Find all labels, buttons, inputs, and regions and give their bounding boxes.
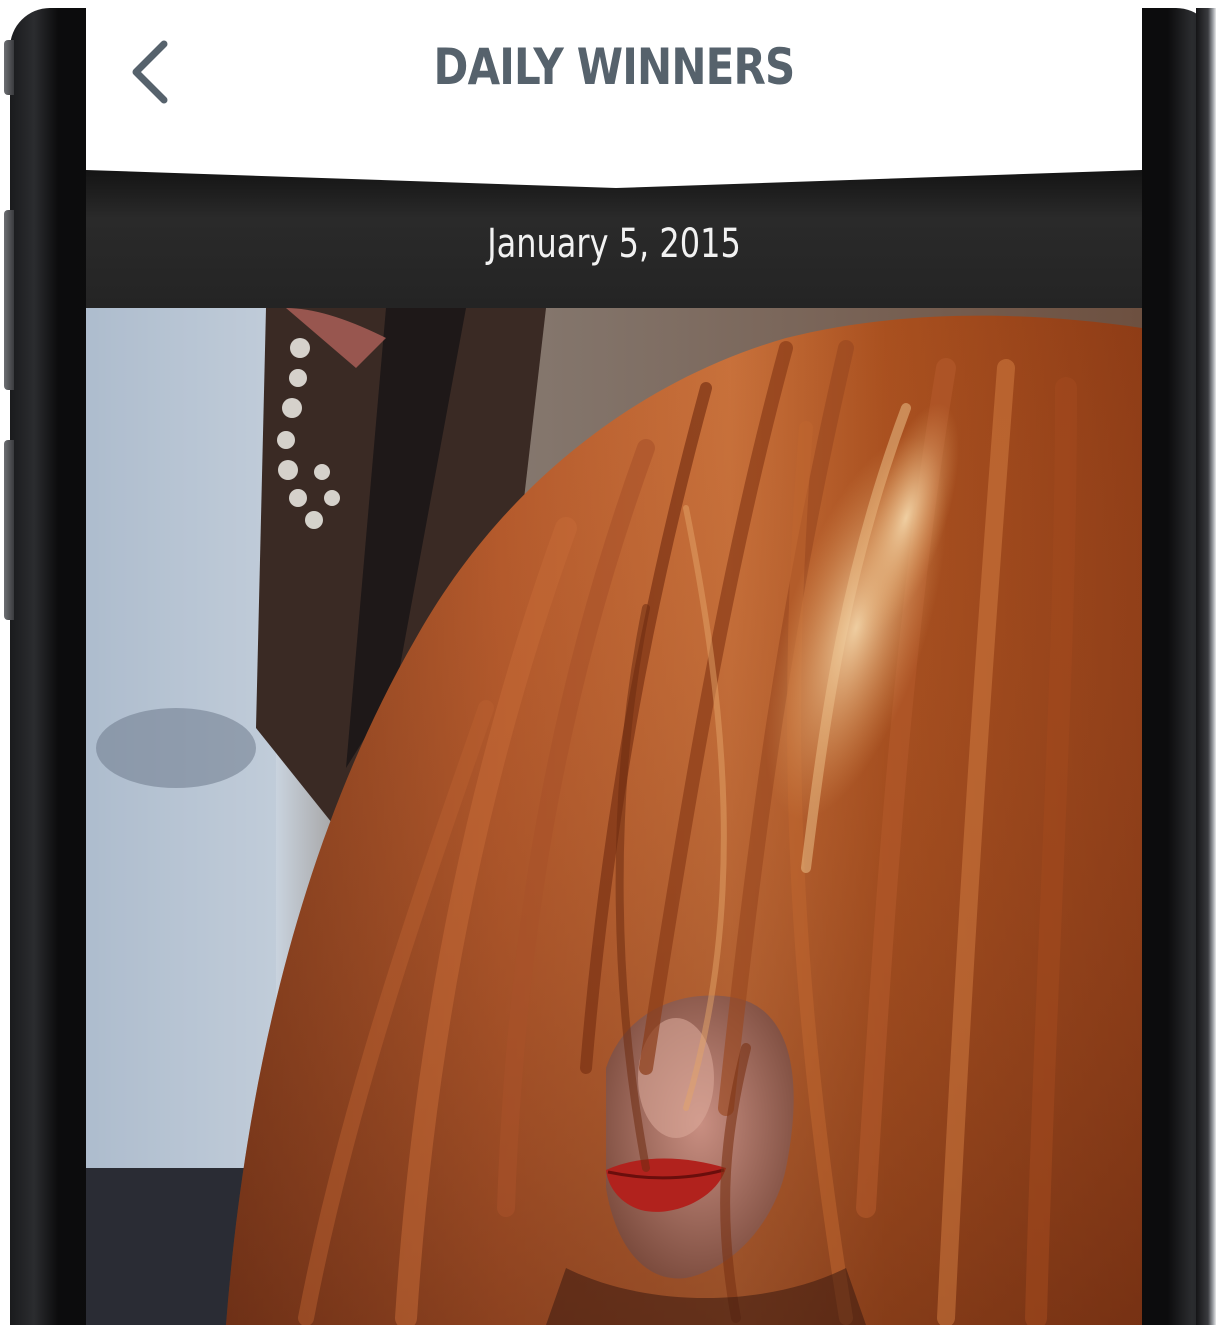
page-title: DAILY WINNERS (433, 38, 796, 96)
mute-switch (4, 40, 14, 95)
winner-photo[interactable] (86, 308, 1142, 1325)
screenshot-stage: DAILY WINNERS January 5, 2015 (0, 0, 1216, 1325)
winner-date: January 5, 2015 (487, 221, 741, 267)
app-screen: DAILY WINNERS January 5, 2015 (86, 8, 1142, 1325)
phone-edge (1196, 8, 1216, 1325)
volume-up-button (4, 210, 14, 390)
volume-down-button (4, 440, 14, 620)
chevron-left-icon (132, 40, 168, 104)
